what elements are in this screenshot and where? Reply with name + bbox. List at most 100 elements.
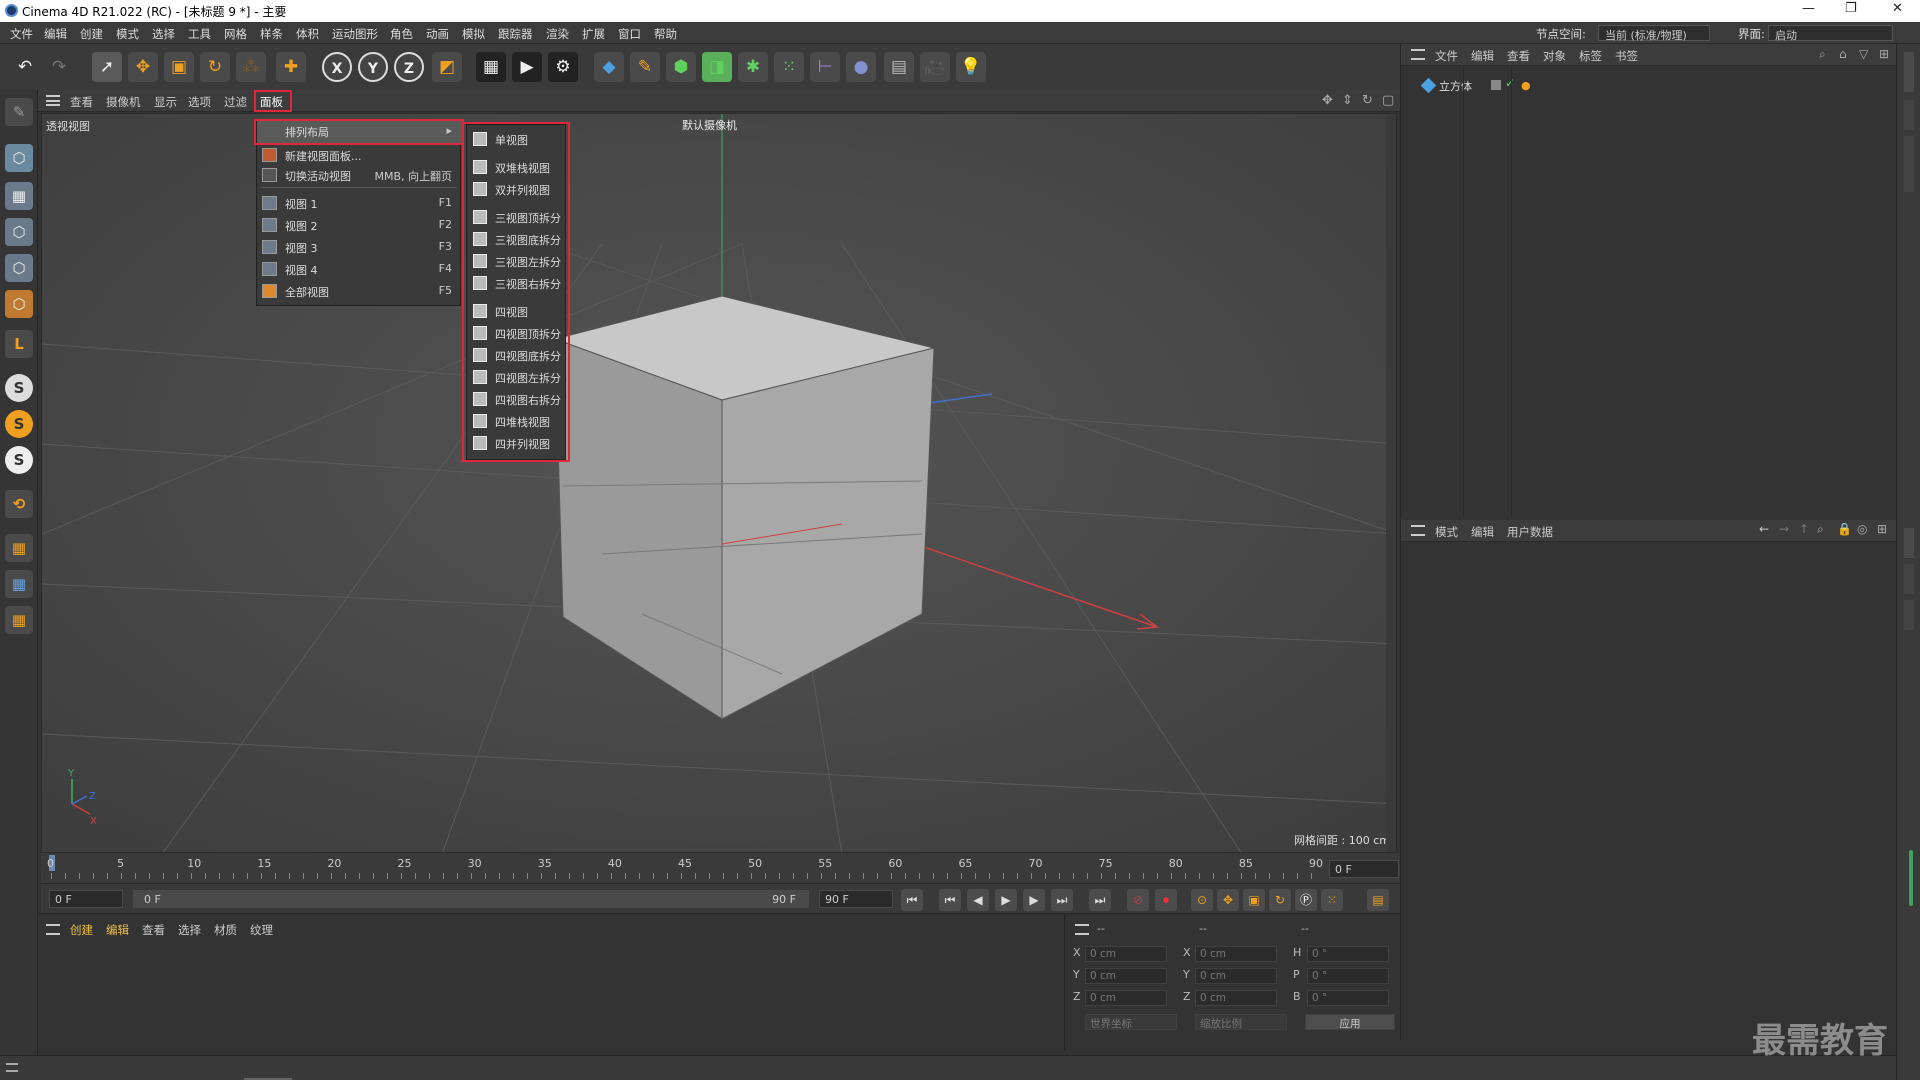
vertical-tab-attributes[interactable] (1904, 528, 1914, 558)
perspective-viewport[interactable]: Y X Z 透视视图 默认摄像机 网格间距 : 100 cm (41, 113, 1397, 853)
am-search-icon[interactable]: ⌕ (1817, 522, 1824, 537)
menu-item-new-viewport[interactable]: 新建视图面板... (257, 145, 462, 165)
menu-volume[interactable]: 体积 (296, 26, 319, 42)
scroll-indicator[interactable] (1909, 850, 1913, 906)
timeline-window-icon[interactable]: ▤ (1367, 889, 1389, 911)
vertical-tab-layers[interactable] (1904, 564, 1914, 594)
recent-tools-icon[interactable]: ⁂ (236, 52, 266, 82)
viewport-scrollbar[interactable] (1386, 114, 1396, 852)
menu-tools[interactable]: 工具 (188, 26, 211, 42)
om-menu-edit[interactable]: 编辑 (1471, 48, 1494, 64)
am-menu-user-data[interactable]: 用户数据 (1507, 524, 1553, 540)
viewport-menu-display[interactable]: 显示 (154, 94, 177, 110)
minimize-button[interactable]: — (1802, 1, 1815, 16)
vertical-tab-takes[interactable] (1904, 100, 1914, 130)
menu-item-view-4[interactable]: 视图 4 F4 (257, 259, 462, 279)
deformer-bend-icon[interactable]: ⊢ (810, 52, 840, 82)
next-frame-icon[interactable]: ▶ (1023, 889, 1045, 911)
cloner-icon[interactable]: ✱ (738, 52, 768, 82)
extrude-generator-icon[interactable]: ◨ (702, 52, 732, 82)
viewport-move-icon[interactable]: ✥ (1322, 93, 1333, 108)
planar-workplane-icon[interactable]: ▦ (5, 570, 33, 598)
vertical-tab-content-browser[interactable] (1904, 136, 1914, 192)
menu-simulate[interactable]: 模拟 (462, 26, 485, 42)
coordinate-system-icon[interactable]: ◩ (432, 52, 462, 82)
pos-z-field[interactable]: 0 cm (1085, 990, 1167, 1006)
am-new-window-icon[interactable]: ⊞ (1877, 522, 1887, 536)
workplane-align-icon[interactable]: ▦ (5, 606, 33, 634)
camera-label[interactable]: 默认摄像机 (682, 117, 737, 133)
mm-menu-texture[interactable]: 纹理 (250, 922, 273, 938)
menu-file[interactable]: 文件 (10, 26, 33, 42)
viewport-zoom-icon[interactable]: ⇕ (1342, 93, 1353, 108)
mm-menu-create[interactable]: 创建 (70, 922, 93, 938)
phong-tag-icon[interactable]: ● (1521, 79, 1531, 92)
axis-mode-icon[interactable]: L (5, 330, 33, 358)
select-tool-icon[interactable]: ➚ (92, 52, 122, 82)
menu-item-all-views[interactable]: 全部视图 F5 (257, 281, 462, 301)
model-mode-icon[interactable]: ⬡ (5, 144, 33, 172)
object-manager-hamburger-icon[interactable] (1411, 49, 1425, 60)
redo-icon[interactable]: ↷ (44, 52, 74, 82)
am-lock-icon[interactable]: 🔒 (1837, 522, 1852, 536)
mm-menu-select[interactable]: 选择 (178, 922, 201, 938)
play-icon[interactable]: ▶ (995, 889, 1017, 911)
current-frame-field[interactable]: 0 F (1329, 860, 1399, 878)
size-y-field[interactable]: 0 cm (1195, 968, 1277, 984)
key-scale-icon[interactable]: ▣ (1243, 889, 1265, 911)
om-search-icon[interactable]: ⌕ (1819, 47, 1826, 62)
om-menu-view[interactable]: 查看 (1507, 48, 1530, 64)
om-menu-bookmarks[interactable]: 书签 (1615, 48, 1638, 64)
render-picture-viewer-icon[interactable]: ▶ (512, 52, 542, 82)
menu-spline[interactable]: 样条 (260, 26, 283, 42)
attribute-manager-hamburger-icon[interactable] (1411, 525, 1425, 536)
viewport-maximize-icon[interactable]: ▢ (1382, 93, 1394, 108)
menu-mograph[interactable]: 运动图形 (332, 26, 378, 42)
menu-item-view-3[interactable]: 视图 3 F3 (257, 237, 462, 257)
previous-frame-icon[interactable]: ◀ (967, 889, 989, 911)
am-forward-icon[interactable]: → (1779, 522, 1789, 536)
om-filter-icon[interactable]: ▽ (1859, 47, 1868, 61)
node-space-dropdown[interactable]: 当前 (标准/物理) (1598, 25, 1710, 42)
rotate-tool-icon[interactable]: ↻ (200, 52, 230, 82)
key-parameter-icon[interactable]: Ⓟ (1295, 889, 1317, 911)
mm-menu-view[interactable]: 查看 (142, 922, 165, 938)
om-home-icon[interactable]: ⌂ (1839, 47, 1847, 61)
keyframe-selection-icon[interactable]: ⊙ (1191, 889, 1213, 911)
am-up-icon[interactable]: ↑ (1799, 522, 1809, 536)
field-icon[interactable]: ● (846, 52, 876, 82)
mm-menu-material[interactable]: 材质 (214, 922, 237, 938)
quantize-icon[interactable]: S (5, 446, 33, 474)
menu-item-view-2[interactable]: 视图 2 F2 (257, 215, 462, 235)
x-axis-lock-icon[interactable]: X (322, 52, 352, 82)
menu-window[interactable]: 窗口 (618, 26, 641, 42)
viewport-hamburger-icon[interactable] (46, 95, 60, 106)
om-menu-objects[interactable]: 对象 (1543, 48, 1566, 64)
render-settings-icon[interactable]: ⚙ (548, 52, 578, 82)
make-editable-icon[interactable]: ✎ (5, 98, 33, 126)
transform-tool-icon[interactable]: ✚ (276, 52, 306, 82)
menu-help[interactable]: 帮助 (654, 26, 677, 42)
key-pla-icon[interactable]: ⁙ (1321, 889, 1343, 911)
om-new-window-icon[interactable]: ⊞ (1879, 47, 1889, 61)
menu-mesh[interactable]: 网格 (224, 26, 247, 42)
scale-tool-icon[interactable]: ▣ (164, 52, 194, 82)
pos-y-field[interactable]: 0 cm (1085, 968, 1167, 984)
move-tool-icon[interactable]: ✥ (128, 52, 158, 82)
end-frame-field[interactable]: 90 F (819, 890, 893, 908)
subdivision-surface-icon[interactable]: ⬢ (666, 52, 696, 82)
previous-key-icon[interactable]: ⏮ (939, 889, 961, 911)
restore-button[interactable]: ❐ (1845, 1, 1857, 16)
viewport-menu-cameras[interactable]: 摄像机 (106, 94, 141, 110)
menu-extensions[interactable]: 扩展 (582, 26, 605, 42)
mm-menu-edit[interactable]: 编辑 (106, 922, 129, 938)
texture-mode-icon[interactable]: ▦ (5, 182, 33, 210)
go-to-end-icon[interactable]: ⏭ (1089, 889, 1111, 911)
menu-item-view-1[interactable]: 视图 1 F1 (257, 193, 462, 213)
om-menu-file[interactable]: 文件 (1435, 48, 1458, 64)
snap-icon[interactable]: S (5, 374, 33, 402)
snap-settings-icon[interactable]: S (5, 410, 33, 438)
size-x-field[interactable]: 0 cm (1195, 946, 1277, 962)
frame-range-slider[interactable]: 0 F 90 F (133, 890, 809, 908)
z-axis-lock-icon[interactable]: Z (394, 52, 424, 82)
